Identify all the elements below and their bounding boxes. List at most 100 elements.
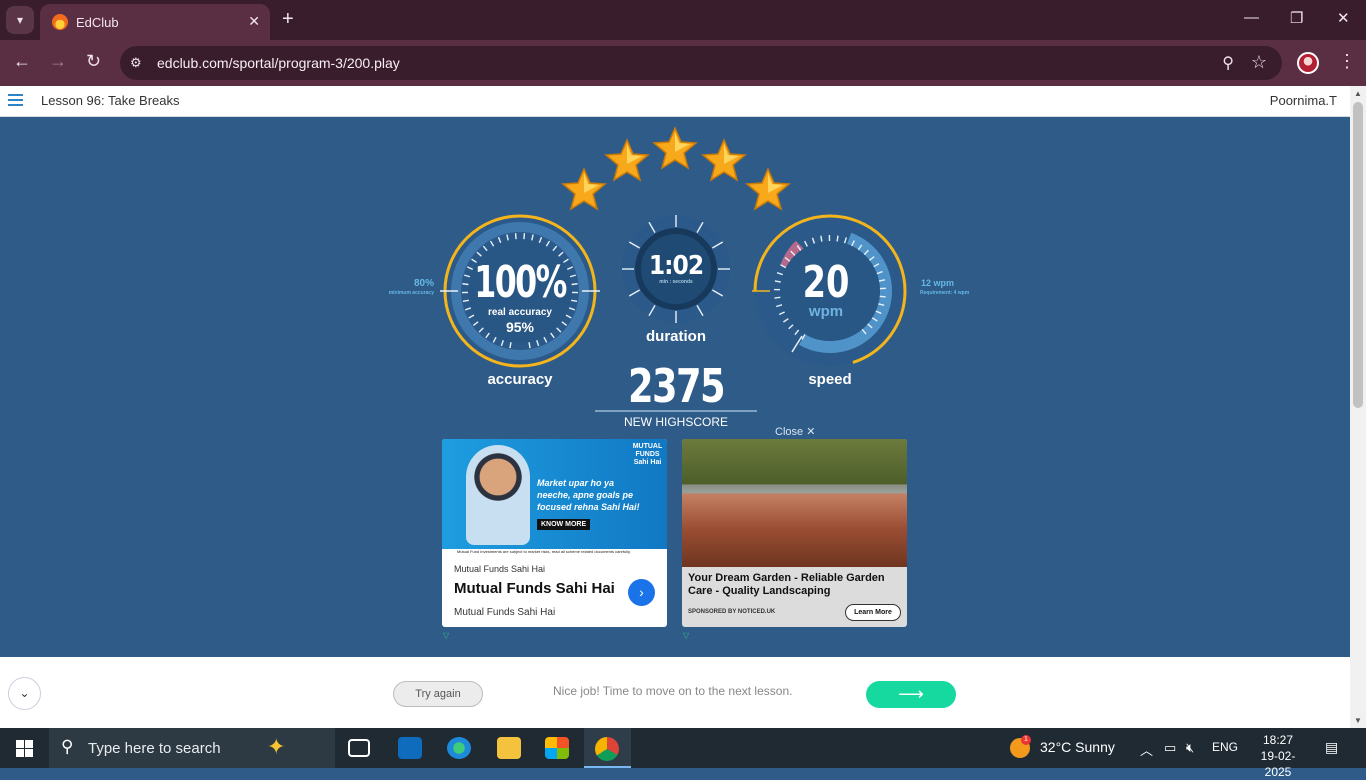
duration-label: duration bbox=[616, 328, 736, 345]
adchoices-icon[interactable]: ▽ bbox=[683, 631, 689, 640]
speed-requirement-label: Requirement: 4 wpm bbox=[920, 290, 969, 296]
gauge-tick bbox=[821, 236, 822, 242]
tab-title: EdClub bbox=[76, 15, 119, 30]
try-again-button[interactable]: Try again bbox=[393, 681, 483, 707]
gauge-tick bbox=[774, 297, 780, 298]
close-icon[interactable]: ✕ bbox=[806, 426, 815, 438]
taskbar-clock[interactable]: 18:27 19-02-2025 bbox=[1249, 732, 1307, 780]
real-accuracy-value: 95% bbox=[460, 319, 580, 335]
gauge-tick bbox=[880, 296, 886, 297]
edclub-favicon-icon bbox=[52, 14, 68, 30]
ad-garden[interactable]: Your Dream Garden - Reliable Garden Care… bbox=[682, 439, 907, 627]
results-panel: 100% real accuracy 95% accuracy 80% mini… bbox=[0, 117, 1350, 657]
windows-taskbar: ⚲ Type here to search ✦ 1 32°C Sunny ︿ ▭… bbox=[0, 728, 1366, 768]
hamburger-menu-icon[interactable] bbox=[8, 94, 23, 106]
volume-muted-icon[interactable]: 🔇︎ bbox=[1186, 740, 1194, 756]
result-message: Nice job! Time to move on to the next le… bbox=[553, 684, 792, 698]
forward-icon[interactable]: → bbox=[49, 51, 67, 72]
search-placeholder[interactable]: Type here to search bbox=[88, 740, 221, 757]
minimize-icon[interactable]: — bbox=[1244, 9, 1259, 26]
chevron-down-icon[interactable]: ⌄ bbox=[8, 677, 41, 710]
ad-disclaimer: Mutual Fund investments are subject to m… bbox=[442, 549, 667, 556]
ad-subtitle: Mutual Funds Sahi Hai bbox=[454, 607, 555, 618]
highscore-value: 2375 bbox=[611, 359, 741, 413]
ad-sponsor: SPONSORED BY NOTICED.UK bbox=[688, 609, 775, 615]
close-ads-button[interactable]: Close ✕ bbox=[775, 425, 815, 438]
speed-requirement-value: 12 wpm bbox=[921, 278, 954, 288]
ad-title[interactable]: Your Dream Garden - Reliable Garden Care… bbox=[688, 572, 900, 598]
close-tab-icon[interactable]: ✕ bbox=[248, 13, 260, 30]
ad-advertiser: Mutual Funds Sahi Hai bbox=[454, 564, 545, 574]
lesson-footer: ⌄ Try again Nice job! Time to move on to… bbox=[0, 657, 1350, 728]
real-accuracy-label: real accuracy bbox=[460, 307, 580, 318]
star-icon bbox=[701, 138, 747, 182]
browser-tab-bar: ▾ EdClub ✕ + — ❐ ✕ bbox=[0, 0, 1366, 40]
profile-avatar[interactable] bbox=[1297, 52, 1319, 74]
ad-mutual-funds[interactable]: MUTUAL FUNDS Sahi Hai Market upar ho ya … bbox=[442, 439, 667, 627]
scroll-down-icon[interactable]: ▼ bbox=[1354, 716, 1362, 725]
outlook-icon[interactable] bbox=[398, 737, 422, 759]
gauge-tick bbox=[837, 236, 838, 242]
weather-text[interactable]: 32°C Sunny bbox=[1040, 739, 1115, 755]
copilot-sparkle-icon[interactable]: ✦ bbox=[267, 734, 285, 760]
address-toolbar: ← → ↻ ⚙ edclub.com/sportal/program-3/200… bbox=[0, 40, 1366, 86]
window-close-icon[interactable]: ✕ bbox=[1337, 9, 1350, 27]
gauge-tick bbox=[572, 284, 578, 285]
speed-label: speed bbox=[770, 371, 890, 388]
highscore-divider bbox=[595, 410, 757, 412]
lesson-title: Lesson 96: Take Breaks bbox=[41, 93, 180, 108]
min-accuracy-label: minimum accuracy bbox=[365, 290, 434, 296]
user-name[interactable]: Poornima.T bbox=[1270, 93, 1337, 108]
file-explorer-icon[interactable] bbox=[497, 737, 521, 759]
ad-banner-image[interactable]: MUTUAL FUNDS Sahi Hai Market upar ho ya … bbox=[442, 439, 667, 556]
edge-icon[interactable] bbox=[447, 737, 471, 759]
reload-icon[interactable]: ↻ bbox=[86, 51, 101, 72]
ad-open-arrow-icon[interactable]: › bbox=[628, 579, 655, 606]
ad-brand-logo: MUTUAL FUNDS Sahi Hai bbox=[628, 443, 667, 467]
notification-icon[interactable]: ▤ bbox=[1325, 739, 1338, 756]
star-icon bbox=[604, 138, 650, 182]
duration-value: 1:02 bbox=[636, 251, 716, 281]
battery-icon[interactable]: ▭ bbox=[1164, 740, 1176, 756]
star-icon bbox=[652, 126, 698, 170]
star-icon bbox=[561, 167, 607, 211]
taskbar-search[interactable]: ⚲ Type here to search ✦ bbox=[49, 728, 335, 768]
speed-unit: wpm bbox=[790, 303, 862, 320]
url-text[interactable]: edclub.com/sportal/program-3/200.play bbox=[157, 55, 400, 71]
browser-menu-icon[interactable]: ⋮ bbox=[1338, 51, 1356, 72]
close-ads-label[interactable]: Close bbox=[775, 426, 803, 438]
next-lesson-button[interactable]: ⟶ bbox=[866, 681, 956, 708]
page-scrollbar[interactable]: ▲ ▼ bbox=[1350, 86, 1366, 728]
ad-title[interactable]: Mutual Funds Sahi Hai bbox=[454, 580, 615, 597]
zoom-icon[interactable]: ⚲ bbox=[1222, 53, 1234, 73]
ad-learn-more-button[interactable]: Learn More bbox=[845, 604, 901, 621]
restore-icon[interactable]: ❐ bbox=[1290, 9, 1303, 27]
accuracy-value: 100% bbox=[472, 257, 568, 308]
chrome-taskbar-button[interactable] bbox=[584, 728, 631, 768]
language-indicator[interactable]: ENG bbox=[1212, 740, 1238, 754]
clock-date: 19-02-2025 bbox=[1249, 748, 1307, 780]
accuracy-label: accuracy bbox=[460, 371, 580, 388]
star-icon bbox=[745, 167, 791, 211]
scrollbar-thumb[interactable] bbox=[1353, 102, 1363, 408]
adchoices-icon[interactable]: ▽ bbox=[443, 631, 449, 640]
scroll-up-icon[interactable]: ▲ bbox=[1354, 89, 1362, 98]
gauge-tick bbox=[462, 284, 468, 285]
new-tab-icon[interactable]: + bbox=[282, 8, 294, 31]
clock-time: 18:27 bbox=[1249, 732, 1307, 748]
windows-start-icon[interactable] bbox=[16, 740, 33, 757]
ad-garden-photo[interactable] bbox=[682, 439, 907, 567]
address-bar[interactable]: ⚙ edclub.com/sportal/program-3/200.play … bbox=[120, 46, 1282, 80]
highscore-label: NEW HIGHSCORE bbox=[595, 415, 757, 429]
browser-tab[interactable]: EdClub ✕ bbox=[40, 4, 270, 40]
store-icon[interactable] bbox=[545, 737, 569, 759]
ad-know-more-button[interactable]: KNOW MORE bbox=[537, 519, 590, 530]
tab-search-button[interactable]: ▾ bbox=[6, 6, 34, 34]
search-icon: ⚲ bbox=[61, 737, 73, 757]
duration-unit: min : seconds bbox=[636, 279, 716, 285]
site-info-icon[interactable]: ⚙ bbox=[130, 55, 146, 71]
tray-chevron-icon[interactable]: ︿ bbox=[1140, 740, 1153, 759]
task-view-icon[interactable] bbox=[348, 739, 370, 757]
bookmark-star-icon[interactable]: ☆ bbox=[1251, 52, 1267, 73]
back-icon[interactable]: ← bbox=[13, 51, 31, 72]
